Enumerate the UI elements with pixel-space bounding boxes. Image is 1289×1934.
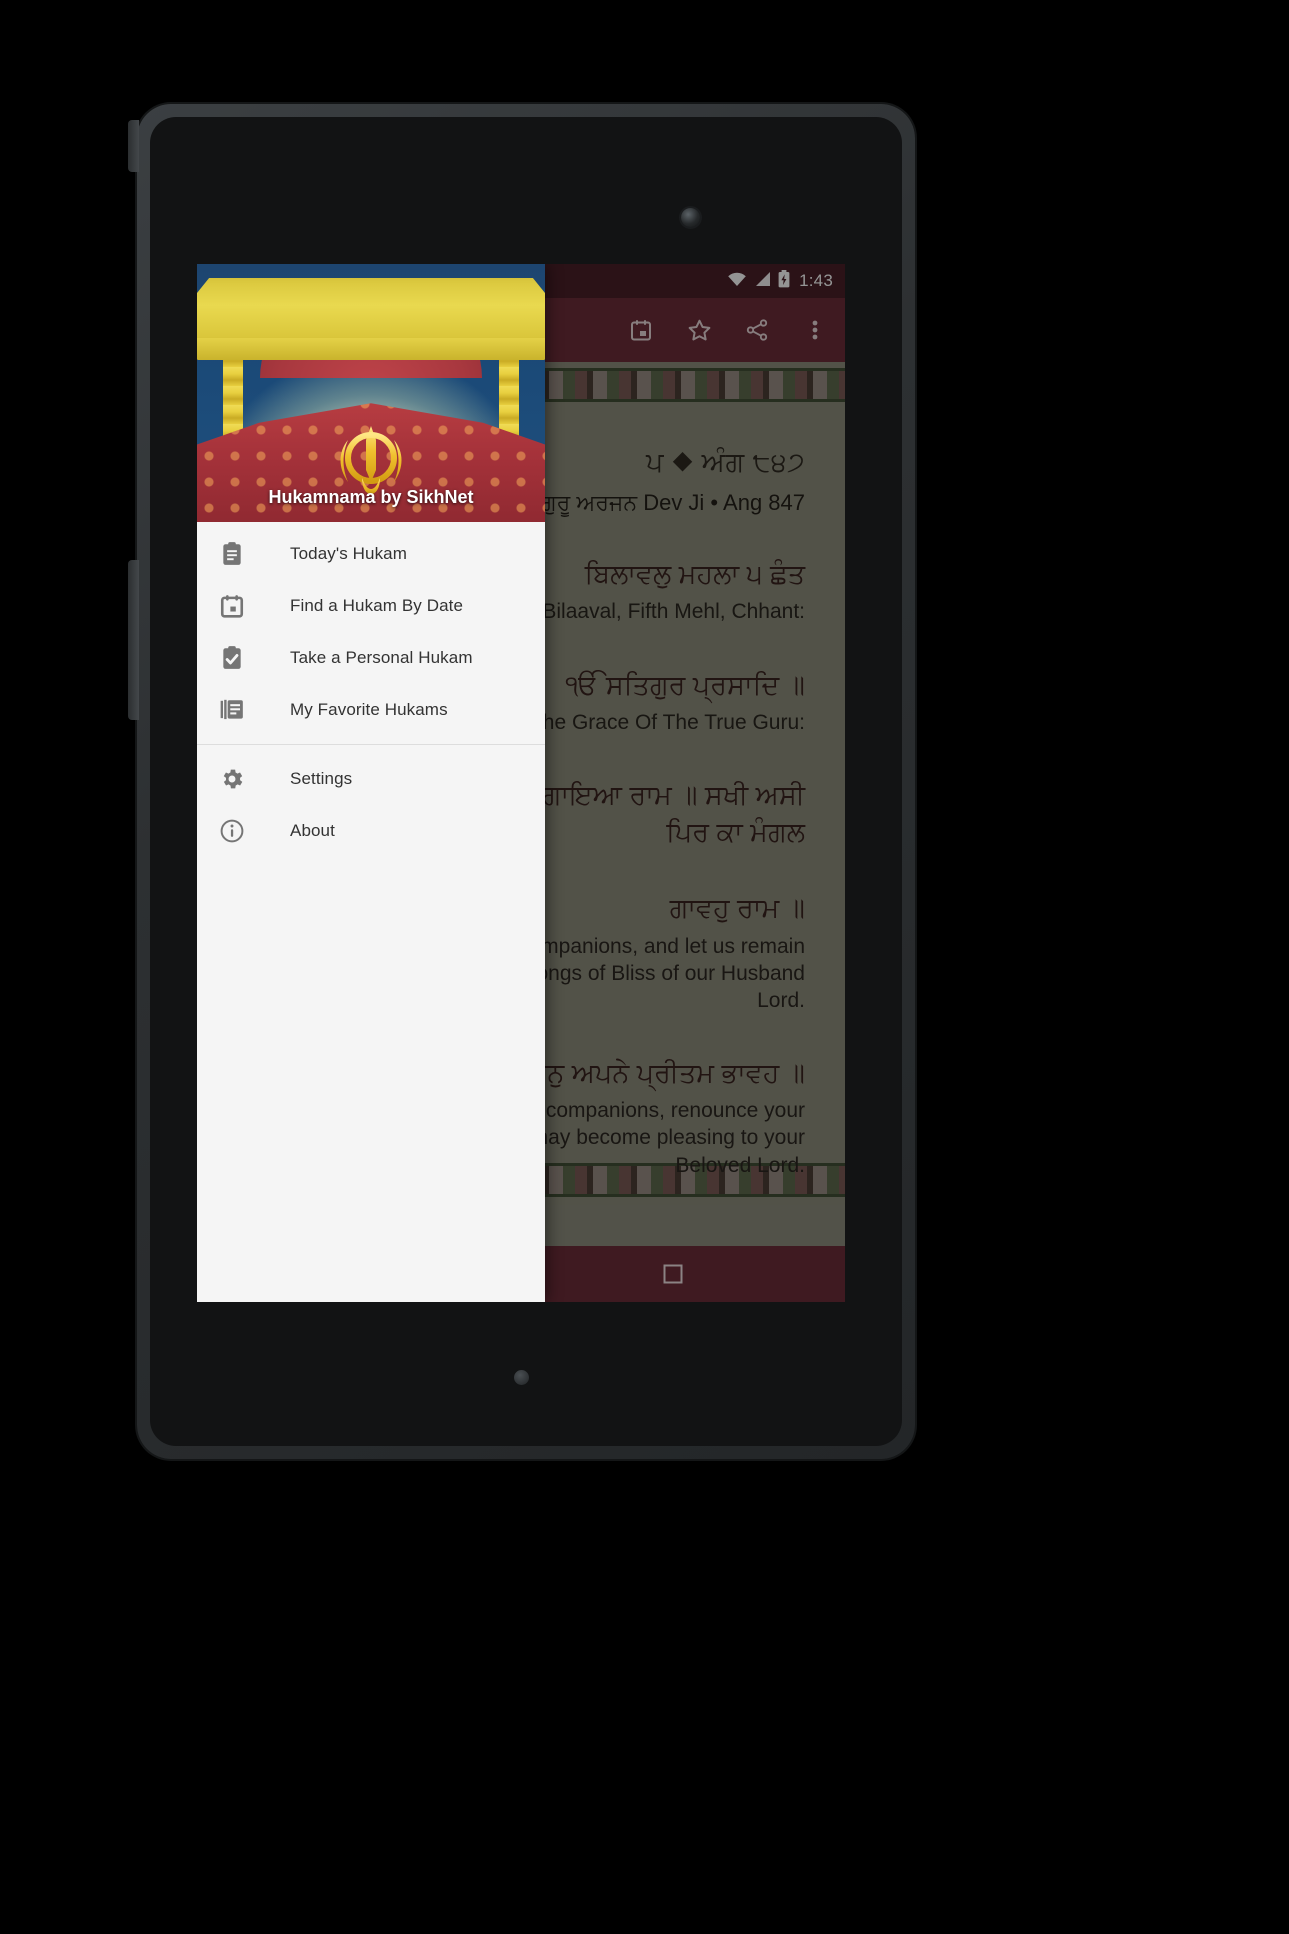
golden-canopy-lip xyxy=(197,338,545,360)
calendar-icon xyxy=(218,592,246,620)
drawer-app-title: Hukamnama by SikhNet xyxy=(268,487,474,507)
gear-icon xyxy=(218,765,246,793)
drawer-menu: Today's Hukam Find a Hukam By Date Take … xyxy=(197,522,545,857)
drawer-item-take-personal-hukam[interactable]: Take a Personal Hukam xyxy=(197,632,545,684)
volume-button[interactable] xyxy=(128,560,139,720)
drawer-item-label: My Favorite Hukams xyxy=(290,700,448,719)
front-camera-icon xyxy=(681,208,700,227)
drawer-item-about[interactable]: About xyxy=(197,805,545,857)
clipboard-check-icon xyxy=(218,644,246,672)
drawer-item-label: Find a Hukam By Date xyxy=(290,596,464,615)
clipboard-text-icon xyxy=(218,540,246,568)
drawer-divider xyxy=(197,744,545,745)
drawer-header: Hukamnama by SikhNet xyxy=(197,264,545,522)
power-button[interactable] xyxy=(128,120,139,172)
drawer-item-label: About xyxy=(290,821,335,840)
drawer-item-settings[interactable]: Settings xyxy=(197,753,545,805)
drawer-item-label: Today's Hukam xyxy=(290,544,407,563)
drawer-item-find-hukam-by-date[interactable]: Find a Hukam By Date xyxy=(197,580,545,632)
drawer-item-my-favorite-hukams[interactable]: My Favorite Hukams xyxy=(197,684,545,736)
khanda-icon xyxy=(336,424,406,496)
drawer-item-todays-hukam[interactable]: Today's Hukam xyxy=(197,528,545,580)
device-screen: ਪ ◆ ਅੰਗ ੮੪੭ ਗੁਰੂ ਅਰਜਨ Dev Ji • Ang 847 ਬ… xyxy=(197,264,845,1302)
home-indicator-dot xyxy=(514,1370,529,1385)
info-icon xyxy=(218,817,246,845)
library-books-icon xyxy=(218,696,246,724)
navigation-drawer: Hukamnama by SikhNet Today's Hukam Find … xyxy=(197,264,545,1302)
drawer-item-label: Take a Personal Hukam xyxy=(290,648,473,667)
drawer-item-label: Settings xyxy=(290,769,353,788)
